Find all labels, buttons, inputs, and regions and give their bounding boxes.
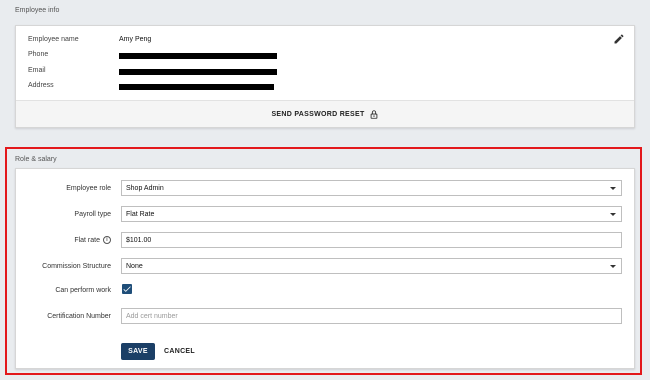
chevron-down-icon (610, 187, 616, 190)
commission-label: Commission Structure (42, 262, 111, 270)
save-button[interactable]: SAVE (121, 343, 155, 360)
send-password-reset-label: SEND PASSWORD RESET (271, 110, 365, 118)
can-perform-work-row: Can perform work (16, 282, 634, 298)
chevron-down-icon (610, 265, 616, 268)
certification-placeholder: Add cert number (126, 312, 178, 320)
payroll-type-label: Payroll type (74, 210, 111, 218)
employee-name-value: Amy Peng (119, 36, 152, 43)
send-password-reset-button[interactable]: SEND PASSWORD RESET (16, 100, 634, 127)
commission-select[interactable]: None (121, 258, 622, 274)
can-perform-work-checkbox[interactable] (122, 284, 132, 294)
employee-role-value: Shop Admin (126, 184, 164, 192)
phone-label: Phone (28, 51, 49, 58)
employee-role-row: Employee role Shop Admin (16, 180, 634, 196)
employee-role-label: Employee role (66, 184, 111, 192)
address-label: Address (28, 82, 54, 89)
email-redaction (119, 69, 277, 75)
payroll-type-value: Flat Rate (126, 210, 155, 218)
flat-rate-label: Flat rate (74, 236, 100, 244)
payroll-type-select[interactable]: Flat Rate (121, 206, 622, 222)
address-redaction (119, 84, 274, 90)
chevron-down-icon (610, 213, 616, 216)
info-icon[interactable]: i (103, 236, 111, 244)
certification-label: Certification Number (47, 312, 111, 320)
certification-input[interactable]: Add cert number (121, 308, 622, 324)
role-salary-card: Employee role Shop Admin Payroll type Fl… (15, 168, 635, 369)
phone-redaction (119, 53, 277, 59)
employee-info-card: Employee name Amy Peng Phone Email Addre… (15, 25, 635, 128)
employee-role-select[interactable]: Shop Admin (121, 180, 622, 196)
flat-rate-label-group: Flat rate i (16, 232, 111, 248)
flat-rate-value: $101.00 (126, 236, 152, 244)
flat-rate-row: Flat rate i $101.00 (16, 232, 634, 248)
role-salary-title: Role & salary (15, 156, 57, 163)
employee-info-title: Employee info (15, 7, 60, 14)
payroll-type-row: Payroll type Flat Rate (16, 206, 634, 222)
email-label: Email (28, 67, 46, 74)
employee-name-label: Employee name (28, 36, 79, 43)
pencil-icon[interactable] (613, 33, 625, 45)
lock-icon (370, 109, 377, 119)
checkmark-icon (123, 286, 131, 292)
commission-row: Commission Structure None (16, 258, 634, 274)
flat-rate-input[interactable]: $101.00 (121, 232, 622, 248)
certification-row: Certification Number Add cert number (16, 308, 634, 324)
can-perform-work-label: Can perform work (55, 286, 111, 294)
commission-value: None (126, 262, 143, 270)
cancel-button[interactable]: CANCEL (158, 343, 201, 360)
